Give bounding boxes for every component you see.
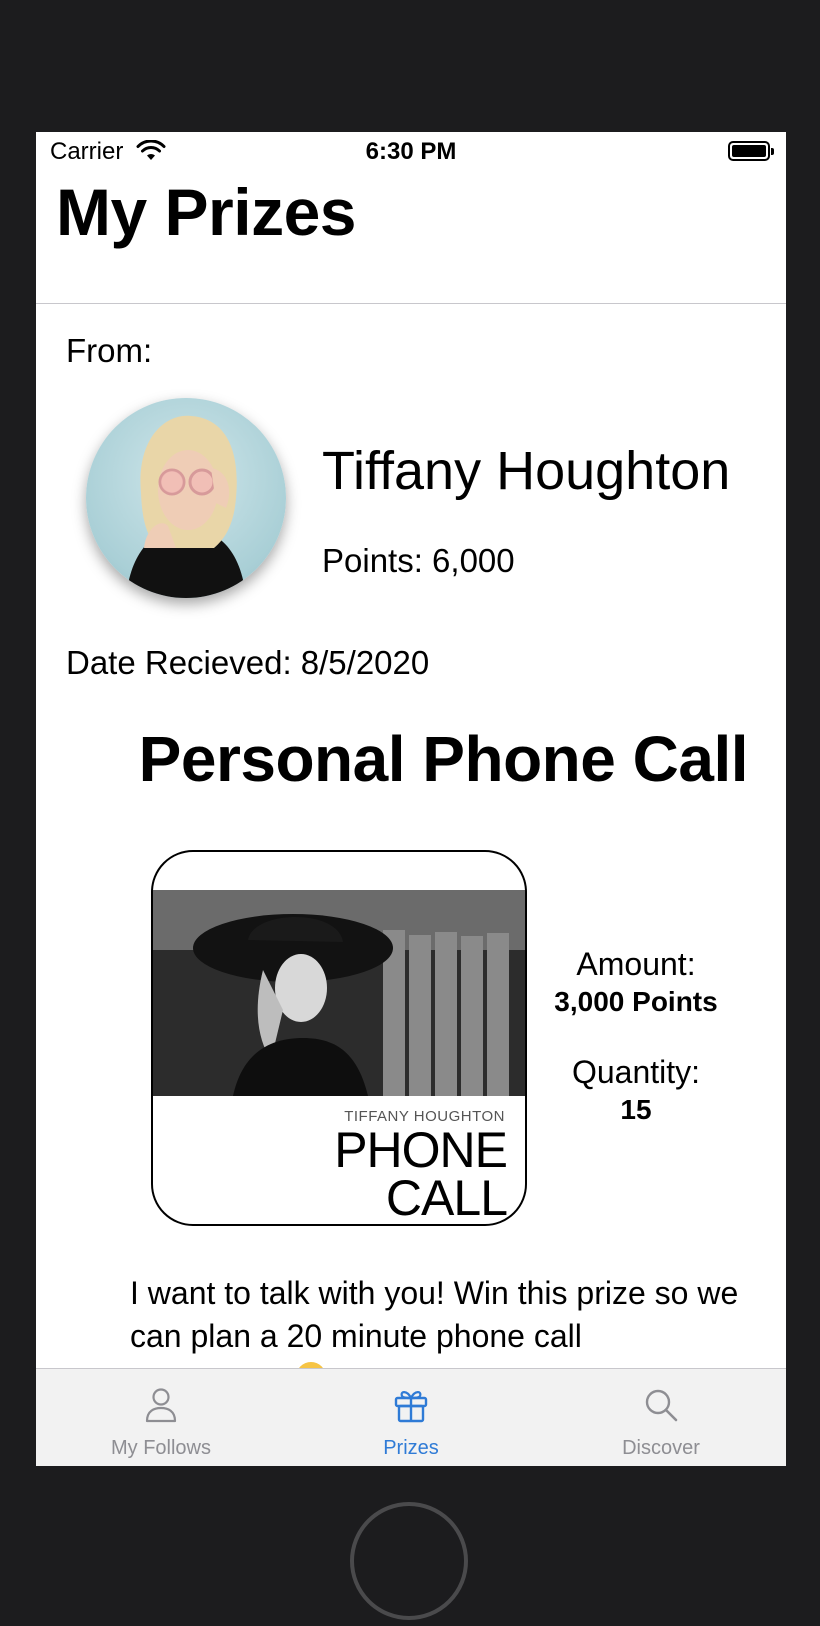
creator-points: Points: 6,000 <box>322 542 515 579</box>
person-icon <box>144 1387 178 1428</box>
prize-image-card[interactable]: TIFFANY HOUGHTON PHONE CALL <box>151 850 527 1226</box>
status-time: 6:30 PM <box>365 138 457 165</box>
tab-label-my-follows: My Follows <box>110 1437 211 1459</box>
creator-name[interactable]: Tiffany Houghton <box>322 440 730 502</box>
tab-label-prizes: Prizes <box>383 1437 439 1459</box>
amount-label: Amount: <box>576 946 696 982</box>
prize-description: I want to talk with you! Win this prize … <box>130 1275 739 1354</box>
nav-divider <box>36 303 786 304</box>
amount-value: 3,000 Points <box>554 986 718 1017</box>
tab-bar: My Follows Prizes Discover <box>36 1368 786 1466</box>
tab-prizes[interactable]: Prizes <box>286 1369 536 1466</box>
from-label: From: <box>66 332 153 369</box>
quantity-value: 15 <box>620 1094 652 1125</box>
tab-my-follows[interactable]: My Follows <box>36 1369 286 1466</box>
battery-icon <box>728 141 774 161</box>
status-bar: Carrier 6:30 PM <box>36 132 786 172</box>
app-screen: Carrier 6:30 PM My Prizes From: Tiffany … <box>36 132 786 1466</box>
home-button[interactable] <box>350 1502 468 1620</box>
gift-icon <box>393 1387 429 1428</box>
creator-avatar[interactable] <box>86 398 286 598</box>
tab-label-discover: Discover <box>622 1437 700 1459</box>
tab-discover[interactable]: Discover <box>536 1369 786 1466</box>
quantity-label: Quantity: <box>571 1054 701 1090</box>
search-icon <box>643 1387 679 1428</box>
page-title: My Prizes <box>56 175 356 249</box>
date-received: Date Recieved: 8/5/2020 <box>66 644 430 681</box>
card-call-text: CALL <box>385 1170 508 1226</box>
prize-title: Personal Phone Call <box>138 723 749 795</box>
prize-photo <box>153 890 525 1096</box>
